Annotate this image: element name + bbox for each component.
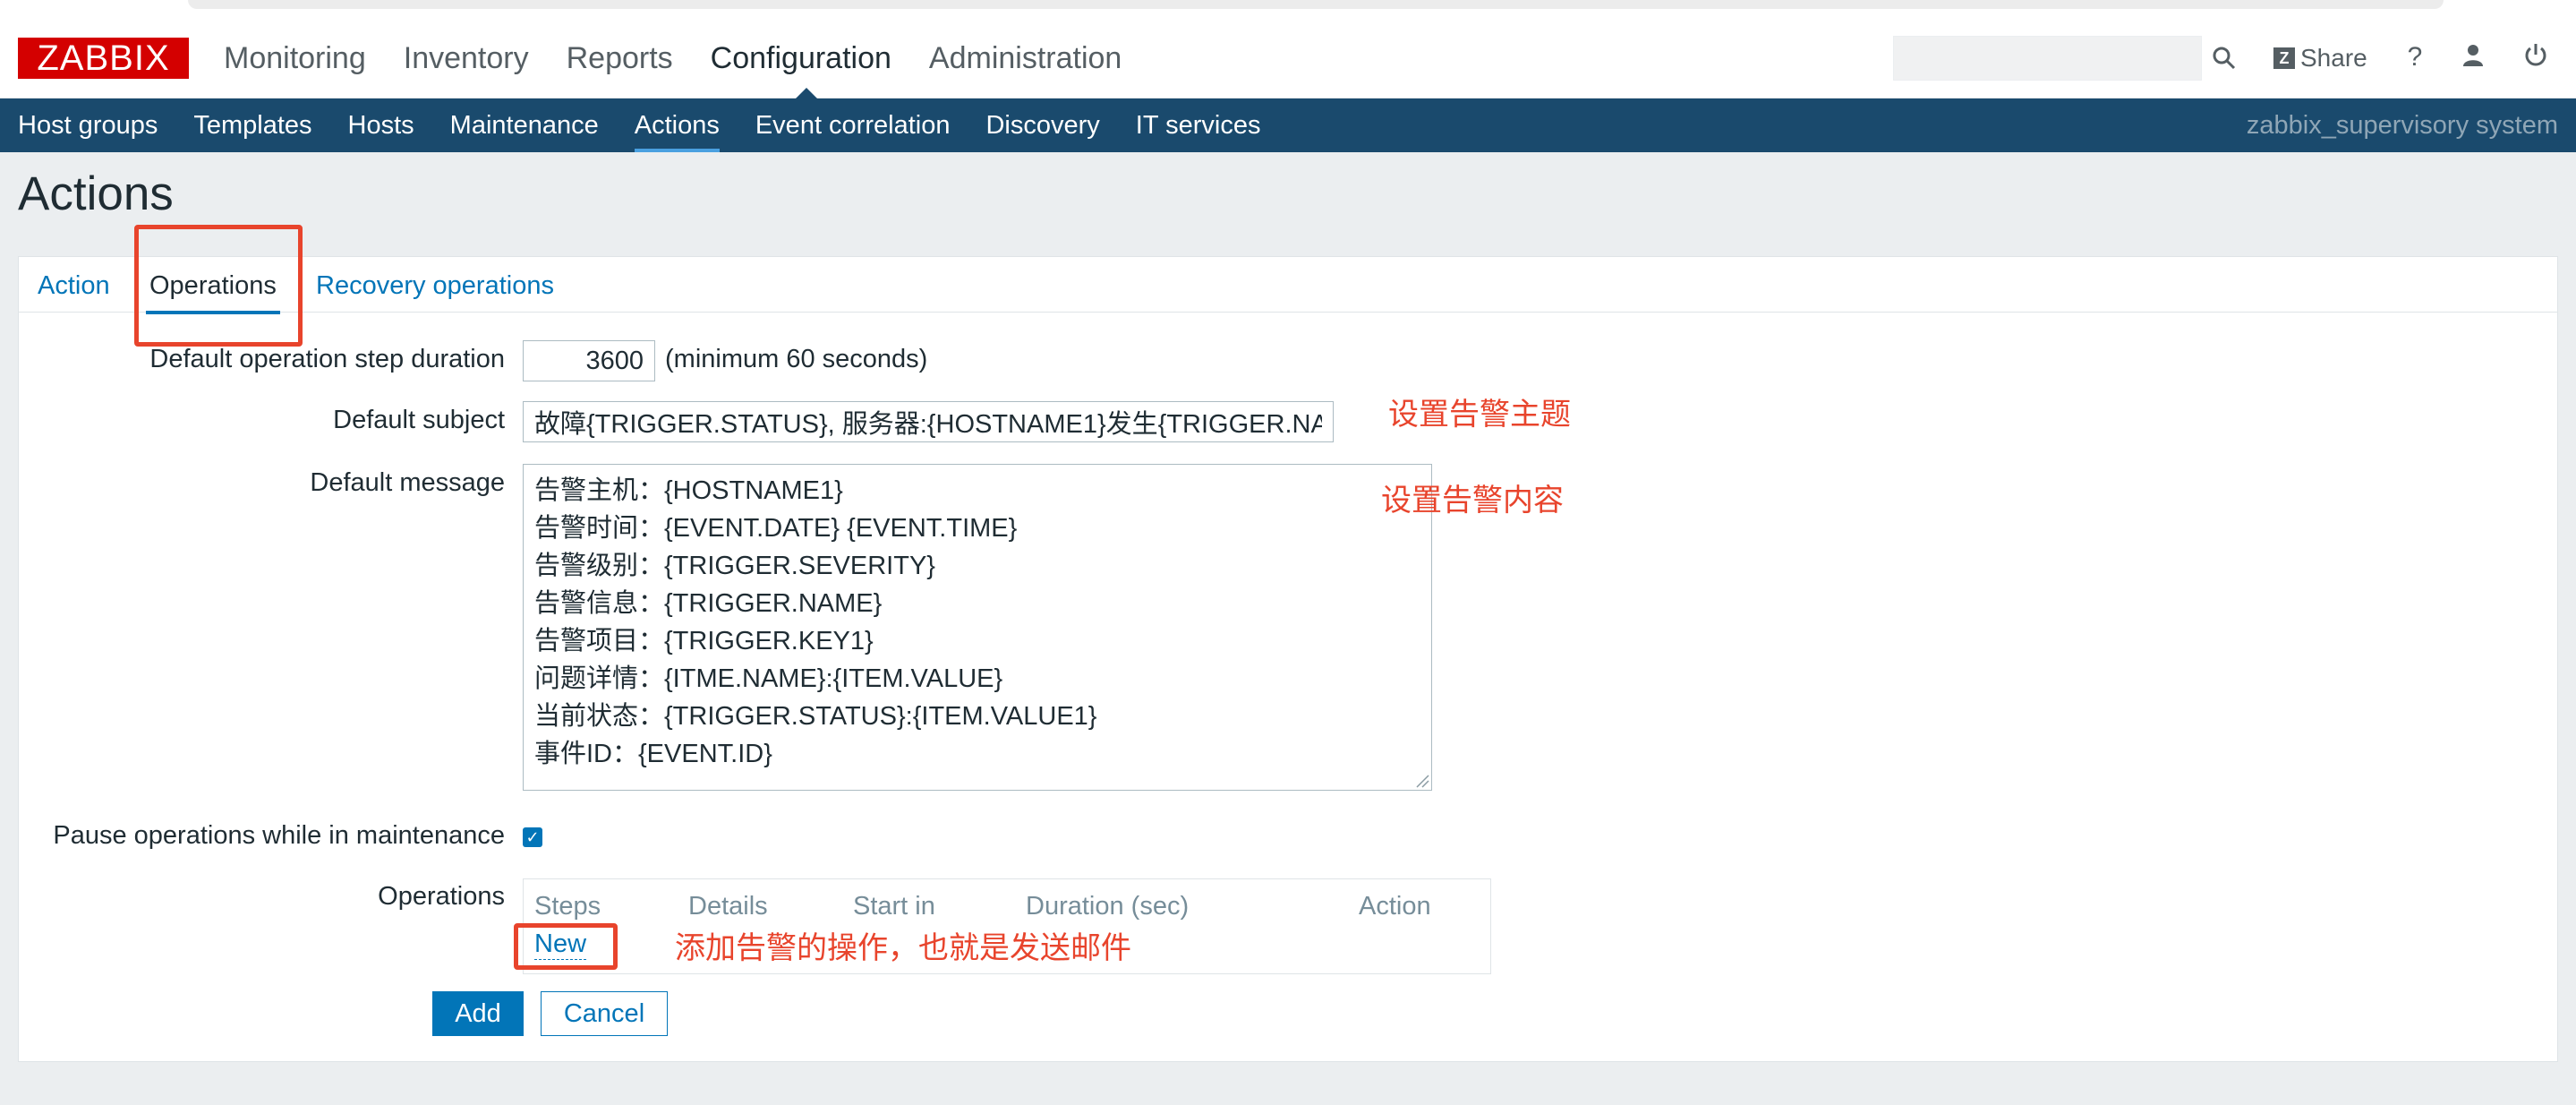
zabbix-share-icon: Z <box>2273 47 2295 69</box>
server-name: zabbix_supervisory system <box>2246 111 2558 140</box>
browser-chrome-strip <box>188 0 2444 9</box>
active-menu-caret-icon <box>795 88 817 99</box>
menu-inventory[interactable]: Inventory <box>404 36 529 81</box>
subnav-discovery[interactable]: Discovery <box>985 99 1099 152</box>
tab-recovery-operations[interactable]: Recovery operations <box>316 268 554 304</box>
message-line: 告警项目：{TRIGGER.KEY1} <box>534 627 874 655</box>
user-profile-icon[interactable] <box>2457 41 2489 73</box>
col-duration: Duration (sec) <box>1026 892 1190 921</box>
resize-grip-icon[interactable] <box>1415 774 1429 788</box>
step-duration-label: Default operation step duration <box>149 345 505 373</box>
col-details: Details <box>688 892 768 921</box>
menu-monitoring[interactable]: Monitoring <box>224 36 366 81</box>
subject-label: Default subject <box>333 406 505 434</box>
top-header: ZABBIX Monitoring Inventory Reports Conf… <box>0 0 2576 99</box>
message-line: 告警级别：{TRIGGER.SEVERITY} <box>534 552 935 580</box>
form-tabs: Action Operations Recovery operations <box>19 257 2557 314</box>
share-button[interactable]: Z Share <box>2273 39 2367 77</box>
message-label: Default message <box>310 468 505 497</box>
col-start-in: Start in <box>853 892 935 921</box>
new-annotation: 添加告警的操作，也就是发送邮件 <box>675 931 1131 965</box>
subject-input[interactable] <box>523 401 1334 442</box>
subject-annotation: 设置告警主题 <box>1388 398 1571 432</box>
subnav-host-groups[interactable]: Host groups <box>18 99 158 152</box>
menu-configuration[interactable]: Configuration <box>710 36 891 99</box>
menu-configuration-label: Configuration <box>710 41 891 75</box>
menu-administration[interactable]: Administration <box>929 36 1122 81</box>
pause-checkbox[interactable]: ✓ <box>523 827 542 847</box>
message-line: 告警主机：{HOSTNAME1} <box>534 476 843 505</box>
subnav-templates[interactable]: Templates <box>193 99 311 152</box>
operations-tab-highlight <box>134 225 303 347</box>
subnav-it-services[interactable]: IT services <box>1136 99 1261 152</box>
pause-label: Pause operations while in maintenance <box>53 821 505 850</box>
message-line: 告警时间：{EVENT.DATE} {EVENT.TIME} <box>534 514 1018 543</box>
action-form-panel: Action Operations Recovery operations De… <box>18 256 2558 1062</box>
step-duration-input[interactable] <box>523 340 655 381</box>
power-icon <box>2525 44 2546 66</box>
zabbix-logo[interactable]: ZABBIX <box>18 38 189 79</box>
add-button[interactable]: Add <box>432 991 524 1036</box>
sign-out-icon[interactable] <box>2520 41 2552 73</box>
menu-reports[interactable]: Reports <box>567 36 673 81</box>
subnav-hosts[interactable]: Hosts <box>348 99 414 152</box>
step-duration-hint: (minimum 60 seconds) <box>665 345 928 373</box>
col-steps: Steps <box>534 892 601 921</box>
operations-label: Operations <box>378 882 505 911</box>
subnav-event-correlation[interactable]: Event correlation <box>755 99 951 152</box>
user-icon <box>2463 45 2483 66</box>
global-search-input[interactable] <box>1893 36 2202 81</box>
message-annotation: 设置告警内容 <box>1381 484 1564 518</box>
message-line: 问题详情：{ITME.NAME}:{ITEM.VALUE} <box>534 664 1003 693</box>
message-line: 告警信息：{TRIGGER.NAME} <box>534 589 883 618</box>
help-icon[interactable]: ? <box>2399 41 2431 73</box>
col-action: Action <box>1359 892 1431 921</box>
subnav-actions[interactable]: Actions <box>634 99 720 152</box>
sub-nav: Host groups Templates Hosts Maintenance … <box>0 99 2576 152</box>
message-textarea[interactable]: 告警主机：{HOSTNAME1} 告警时间：{EVENT.DATE} {EVEN… <box>523 464 1432 791</box>
message-line: 当前状态：{TRIGGER.STATUS}:{ITEM.VALUE1} <box>534 702 1097 731</box>
sub-nav-items: Host groups Templates Hosts Maintenance … <box>18 99 1296 152</box>
cancel-button[interactable]: Cancel <box>541 991 668 1036</box>
tab-action[interactable]: Action <box>38 268 110 304</box>
share-label: Share <box>2300 44 2367 72</box>
subnav-maintenance[interactable]: Maintenance <box>450 99 599 152</box>
main-menu: Monitoring Inventory Reports Configurati… <box>224 36 1159 99</box>
message-line: 事件ID：{EVENT.ID} <box>534 740 772 768</box>
search-icon[interactable] <box>2211 45 2238 72</box>
page-title: Actions <box>18 167 174 220</box>
new-link-highlight <box>514 923 618 970</box>
